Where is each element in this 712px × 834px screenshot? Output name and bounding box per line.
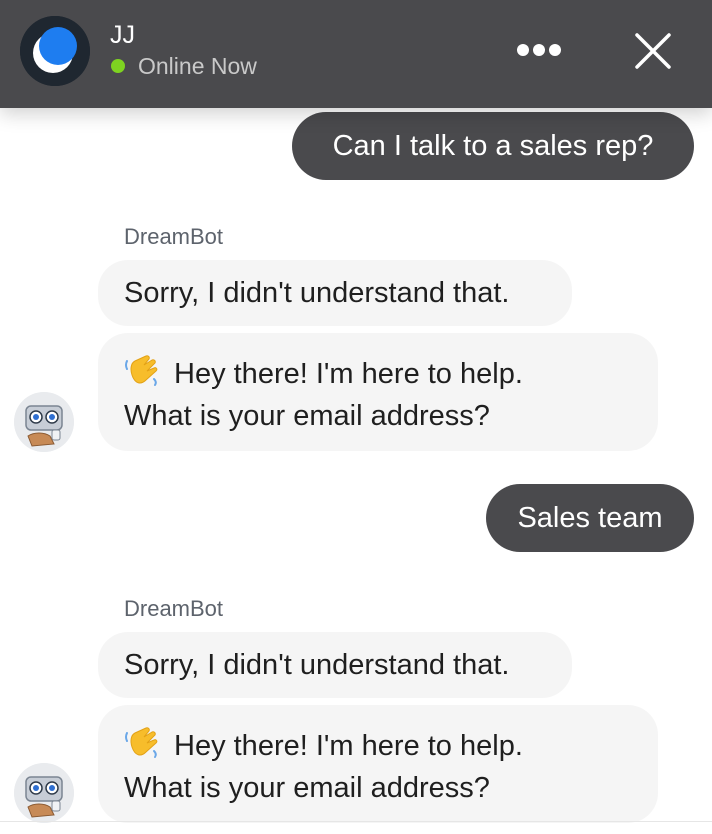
bot-message-line: What is your email address? <box>124 772 490 804</box>
waving-hand-icon <box>124 353 164 397</box>
user-message: Can I talk to a sales rep? <box>292 112 694 180</box>
bot-message-line: What is your email address? <box>124 400 490 432</box>
bot-sender-name: DreamBot <box>124 224 224 249</box>
bot-avatar <box>14 392 74 452</box>
bot-avatar <box>14 763 74 823</box>
close-icon <box>635 33 671 69</box>
online-status-text: Online Now <box>138 53 257 79</box>
bot-message-line: Hey there! I'm here to help. <box>174 358 523 390</box>
waving-hand-icon <box>124 725 164 769</box>
bot-message: Hey there! I'm here to help. What is you… <box>98 333 658 451</box>
more-options-button[interactable] <box>510 34 566 68</box>
chat-widget: JJ Online Now Can I talk to a sales rep?… <box>0 0 712 834</box>
bot-message: Sorry, I didn't understand that. <box>98 632 572 698</box>
bot-message-text: Sorry, I didn't understand that. <box>124 649 510 681</box>
user-message-text: Can I talk to a sales rep? <box>332 130 654 162</box>
bot-message: Hey there! I'm here to help. What is you… <box>98 705 658 823</box>
bot-message-line: Hey there! I'm here to help. <box>174 730 523 762</box>
bot-sender-name: DreamBot <box>124 596 224 621</box>
agent-name: JJ <box>110 21 135 49</box>
user-message-text: Sales team <box>517 502 663 534</box>
bot-message-text: Sorry, I didn't understand that. <box>124 277 510 309</box>
bot-message: Sorry, I didn't understand that. <box>98 260 572 326</box>
chat-header: JJ Online Now <box>0 0 712 108</box>
close-button[interactable] <box>628 26 678 76</box>
bottom-divider <box>0 821 712 822</box>
online-status-dot <box>111 59 125 73</box>
crescent-moon-icon <box>20 16 90 86</box>
user-message: Sales team <box>486 484 694 552</box>
